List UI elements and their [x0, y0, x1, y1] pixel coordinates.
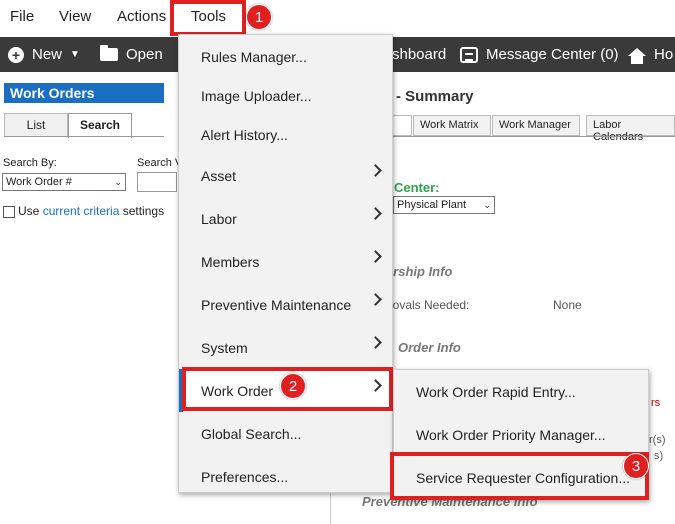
- menu-view[interactable]: View: [59, 8, 91, 25]
- submenu-item-label: Work Order Priority Manager...: [416, 426, 606, 443]
- new-button[interactable]: + New ▼: [8, 46, 80, 63]
- use-criteria-text: Use current criteria settings: [18, 204, 164, 218]
- approvals-value: None: [553, 298, 582, 312]
- step-badge-2: 2: [280, 373, 306, 399]
- chevron-right-icon: [369, 336, 382, 349]
- open-label: Open: [126, 46, 163, 63]
- message-icon: [460, 46, 478, 63]
- tab-work-manager[interactable]: Work Manager: [492, 115, 580, 136]
- chevron-down-icon: ⌄: [114, 176, 122, 187]
- tabs-divider: [4, 136, 164, 137]
- use-prefix: Use: [18, 204, 40, 218]
- menu-item-system[interactable]: System: [179, 326, 392, 369]
- menu-item-label: System: [201, 339, 248, 356]
- menu-item-preventive-maintenance[interactable]: Preventive Maintenance: [179, 283, 392, 326]
- submenu-item-label: Work Order Rapid Entry...: [416, 383, 576, 400]
- menu-item-label: Alert History...: [201, 126, 288, 143]
- menu-item-label: Global Search...: [201, 425, 302, 442]
- caret-down-icon: ▼: [70, 49, 80, 60]
- use-suffix: settings: [122, 204, 165, 218]
- menu-item-rules-manager[interactable]: Rules Manager...: [179, 35, 392, 78]
- fragment-1: r(s): [649, 434, 666, 446]
- home-label: Ho: [654, 46, 674, 63]
- tab-search[interactable]: Search: [68, 113, 132, 138]
- tools-dropdown-menu: Rules Manager... Image Uploader... Alert…: [178, 34, 393, 493]
- menu-item-labor[interactable]: Labor: [179, 197, 392, 240]
- search-by-select[interactable]: Work Order # ⌄: [2, 173, 126, 191]
- menu-item-image-uploader[interactable]: Image Uploader...: [179, 74, 392, 117]
- menu-item-label: Members: [201, 253, 260, 270]
- requesters-fragment: rs: [651, 397, 661, 409]
- menu-item-label: Rules Manager...: [201, 48, 307, 65]
- center-value: Physical Plant: [397, 199, 467, 211]
- chevron-right-icon: [369, 164, 382, 177]
- menu-item-label: Preferences...: [201, 468, 289, 485]
- message-center-button[interactable]: Message Center (0): [460, 46, 619, 63]
- new-label: New: [32, 46, 63, 63]
- search-by-value: Work Order #: [6, 176, 72, 188]
- dashboard-label: shboard: [392, 46, 447, 63]
- menu-item-members[interactable]: Members: [179, 240, 392, 283]
- dashboard-button[interactable]: shboard: [392, 46, 446, 63]
- service-requester-highlight-box: [390, 452, 649, 500]
- approvals-label: provals Needed:: [382, 298, 470, 312]
- step-badge-1: 1: [246, 4, 272, 30]
- tab-labor-calendars[interactable]: Labor Calendars: [586, 115, 675, 143]
- center-label: Center:: [394, 180, 440, 195]
- menu-item-preferences[interactable]: Preferences...: [179, 455, 392, 498]
- plus-icon: +: [8, 46, 24, 63]
- fragment-2: s): [654, 450, 664, 462]
- chevron-right-icon: [369, 250, 382, 263]
- use-criteria-checkbox[interactable]: [3, 206, 15, 218]
- menu-item-label: Labor: [201, 210, 237, 227]
- chevron-right-icon: [369, 293, 382, 306]
- search-by-label: Search By:: [3, 157, 57, 169]
- search-value-input[interactable]: [137, 172, 177, 192]
- home-button[interactable]: Ho: [628, 46, 674, 64]
- tools-highlight-box: [170, 0, 246, 36]
- message-center-label: Message Center (0): [486, 46, 619, 63]
- step-badge-3: 3: [623, 453, 649, 479]
- menu-actions[interactable]: Actions: [117, 8, 166, 25]
- search-value-label: Search V: [137, 157, 183, 169]
- tab-work-matrix[interactable]: Work Matrix: [413, 115, 491, 136]
- order-info-heading: Order Info: [398, 340, 461, 355]
- open-button[interactable]: Open: [100, 45, 163, 63]
- work-orders-header: Work Orders: [4, 83, 164, 103]
- chevron-down-icon: ⌄: [483, 199, 491, 210]
- folder-icon: [100, 45, 118, 61]
- menu-item-label: Asset: [201, 167, 237, 184]
- menu-item-alert-history[interactable]: Alert History...: [179, 113, 392, 156]
- current-criteria-link[interactable]: current criteria: [43, 204, 120, 218]
- menu-item-label: Image Uploader...: [201, 87, 312, 104]
- tab-list[interactable]: List: [4, 113, 68, 137]
- home-icon: [628, 47, 646, 64]
- menu-item-asset[interactable]: Asset: [179, 154, 392, 197]
- menu-item-global-search[interactable]: Global Search...: [179, 412, 392, 455]
- submenu-item-rapid-entry[interactable]: Work Order Rapid Entry...: [394, 370, 648, 413]
- menu-file[interactable]: File: [10, 8, 34, 25]
- center-select[interactable]: Physical Plant ⌄: [393, 196, 495, 214]
- menu-bar: File View Actions Tools lp: [0, 0, 675, 36]
- page-title: - Summary: [396, 88, 474, 105]
- submenu-item-priority-manager[interactable]: Work Order Priority Manager...: [394, 413, 648, 456]
- chevron-right-icon: [369, 207, 382, 220]
- menu-item-label: Preventive Maintenance: [201, 296, 352, 313]
